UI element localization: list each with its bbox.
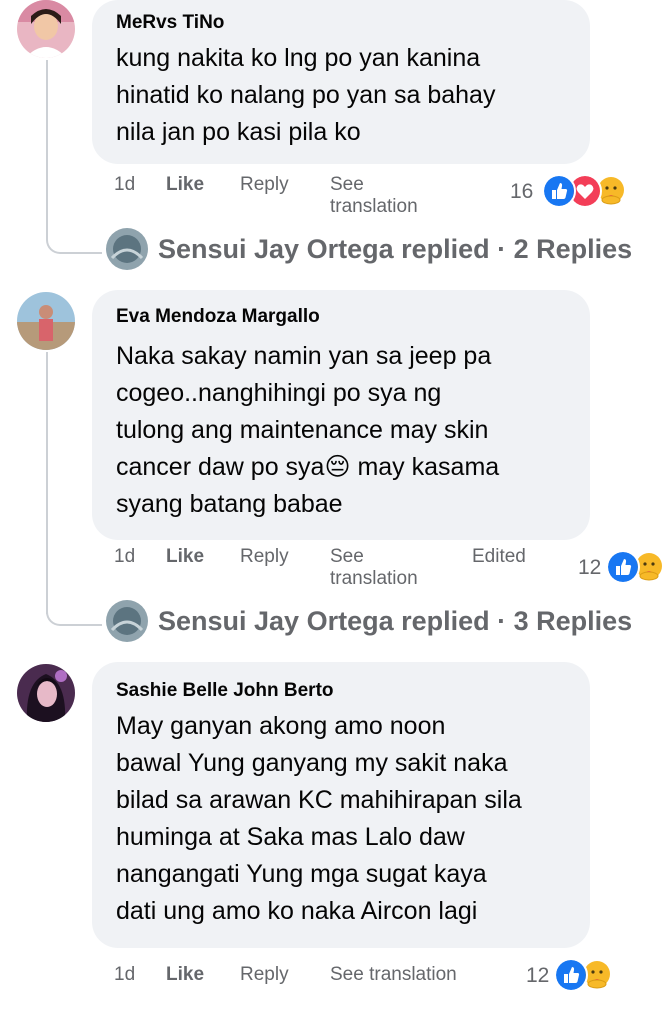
comment-text: Naka sakay namin yan sa jeep pa cogeo..n… (116, 342, 500, 518)
comment-text: May ganyan akong amo noon bawal Yung gan… (116, 712, 522, 925)
like-button[interactable]: Like (166, 964, 204, 986)
see-translation-link[interactable]: See translation (330, 174, 418, 218)
view-replies-button[interactable]: Sensui Jay Ortega replied · 3 Replies (106, 600, 646, 644)
reaction-count[interactable]: 12 (526, 964, 549, 988)
edited-label[interactable]: Edited (472, 546, 526, 568)
replies-summary[interactable]: Sensui Jay Ortega replied · 2 Replies (158, 234, 632, 265)
reply-button[interactable]: Reply (240, 546, 289, 568)
avatar[interactable] (17, 0, 75, 58)
view-replies-button[interactable]: Sensui Jay Ortega replied · 2 Replies (106, 228, 646, 272)
reaction-count[interactable]: 12 (578, 556, 601, 580)
comment-time[interactable]: 1d (114, 964, 135, 986)
see-translation-link[interactable]: See translation (330, 546, 418, 590)
replies-summary[interactable]: Sensui Jay Ortega replied · 3 Replies (158, 606, 632, 637)
comment-author[interactable]: MeRvs TiNo (116, 12, 224, 34)
avatar[interactable] (17, 664, 75, 722)
comment-author[interactable]: Sashie Belle John Berto (116, 680, 334, 702)
comment-text: kung nakita ko lng po yan kanina hinatid… (116, 44, 496, 146)
like-icon[interactable] (554, 958, 588, 992)
thread-line-2 (46, 352, 48, 614)
replier-avatar (106, 228, 148, 270)
thread-line-1 (46, 60, 48, 240)
comment-time[interactable]: 1d (114, 546, 135, 568)
thread-curve-2 (46, 604, 102, 626)
reaction-count[interactable]: 16 (510, 180, 533, 204)
comment-author[interactable]: Eva Mendoza Margallo (116, 306, 320, 328)
like-icon[interactable] (606, 550, 640, 584)
thread-curve-1 (46, 232, 102, 254)
like-icon[interactable] (542, 174, 576, 208)
like-button[interactable]: Like (166, 546, 204, 568)
replier-avatar (106, 600, 148, 642)
comment-time[interactable]: 1d (114, 174, 135, 196)
reply-button[interactable]: Reply (240, 174, 289, 196)
see-translation-link[interactable]: See translation (330, 964, 457, 986)
avatar[interactable] (17, 292, 75, 350)
like-button[interactable]: Like (166, 174, 204, 196)
reply-button[interactable]: Reply (240, 964, 289, 986)
